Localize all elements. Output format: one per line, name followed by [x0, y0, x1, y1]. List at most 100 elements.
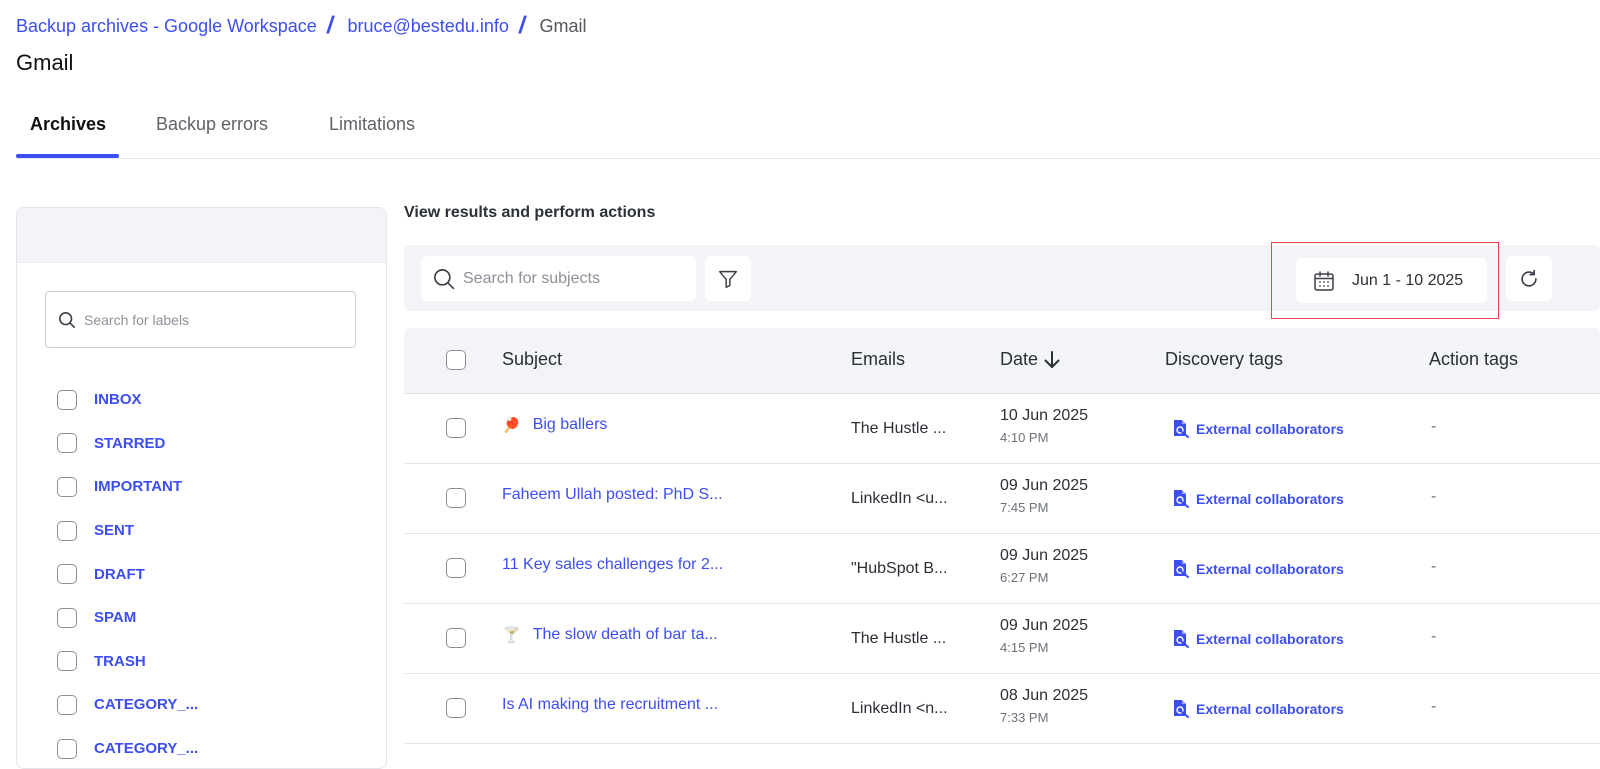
email-date: 09 Jun 2025 4:15 PM: [1000, 617, 1088, 655]
label-item[interactable]: DRAFT: [57, 552, 198, 596]
email-sender: The Hustle ...: [851, 420, 947, 437]
label-item[interactable]: IMPORTANT: [57, 465, 198, 509]
label-item[interactable]: STARRED: [57, 422, 198, 466]
table-header: Subject Emails Date Discovery tags Actio…: [404, 328, 1600, 394]
discovery-tag-icon: [1174, 630, 1189, 648]
breadcrumb-backup-archives[interactable]: Backup archives - Google Workspace: [16, 16, 317, 37]
discovery-tag[interactable]: External collaborators: [1172, 699, 1344, 718]
header-subject[interactable]: Subject: [502, 349, 562, 370]
action-tag: -: [1431, 558, 1437, 575]
results-toolbar: Jun 1 - 10 2025: [404, 242, 1600, 319]
email-subject: 11 Key sales challenges for 2...: [502, 556, 724, 573]
labels-panel-header: [17, 208, 386, 263]
action-tag: -: [1431, 628, 1437, 645]
discovery-tag-label: External collaborators: [1196, 630, 1344, 647]
label-name: SPAM: [94, 609, 137, 627]
label-checkbox[interactable]: [57, 694, 77, 715]
email-date: 09 Jun 2025 6:27 PM: [1000, 547, 1088, 585]
header-date[interactable]: Date: [1000, 349, 1061, 370]
discovery-tag[interactable]: External collaborators: [1172, 489, 1344, 508]
email-subject-link[interactable]: Faheem Ullah posted: PhD S...: [502, 486, 723, 504]
filter-button[interactable]: [705, 256, 751, 301]
discovery-tag-label: External collaborators: [1196, 490, 1344, 507]
discovery-tag[interactable]: External collaborators: [1172, 559, 1344, 578]
label-item[interactable]: INBOX: [57, 378, 198, 422]
action-tag: -: [1431, 418, 1437, 435]
email-subject: The slow death of bar ta...: [532, 626, 718, 643]
label-name: CATEGORY_...: [94, 740, 199, 758]
row-checkbox[interactable]: [446, 488, 466, 513]
email-sender: LinkedIn <u...: [851, 490, 948, 507]
label-item[interactable]: SPAM: [57, 596, 198, 640]
label-checkbox[interactable]: [57, 520, 77, 541]
label-checkbox[interactable]: [57, 564, 77, 585]
label-checkbox[interactable]: [57, 433, 77, 454]
email-subject-link[interactable]: Is AI making the recruitment ...: [502, 696, 718, 714]
row-checkbox[interactable]: [446, 698, 466, 723]
table-row[interactable]: 11 Key sales challenges for 2... "HubSpot…: [404, 534, 1600, 604]
table-row[interactable]: 🍸 The slow death of bar ta... The Hustle .…: [404, 604, 1600, 674]
email-date-time: 4:15 PM: [1000, 640, 1049, 655]
label-checkbox[interactable]: [57, 389, 77, 410]
label-checkbox[interactable]: [57, 607, 77, 628]
refresh-button[interactable]: [1506, 256, 1552, 301]
label-item[interactable]: SENT: [57, 509, 198, 553]
email-date: 08 Jun 2025 7:33 PM: [1000, 687, 1088, 725]
select-all-checkbox[interactable]: [446, 350, 466, 375]
subject-emoji: 🍸: [502, 627, 521, 644]
row-checkbox[interactable]: [446, 558, 466, 583]
label-item[interactable]: CATEGORY_...: [57, 683, 198, 727]
refresh-icon: [1521, 269, 1537, 287]
discovery-tag[interactable]: External collaborators: [1172, 419, 1344, 438]
header-discovery-tags[interactable]: Discovery tags: [1165, 349, 1283, 370]
email-date-time: 7:33 PM: [1000, 710, 1049, 725]
label-checkbox[interactable]: [57, 476, 77, 497]
discovery-tag-icon: [1174, 490, 1189, 508]
header-emails[interactable]: Emails: [851, 349, 905, 370]
discovery-tag[interactable]: External collaborators: [1172, 629, 1344, 648]
subject-search-input[interactable]: [461, 268, 685, 289]
date-range-button[interactable]: Jun 1 - 10 2025: [1296, 258, 1487, 303]
search-icon: [434, 268, 455, 289]
labels-panel: INBOX STARRED IMPORTANT SENT DRAFT SPAM TRASH C…: [16, 207, 387, 769]
results-title: View results and perform actions: [404, 204, 656, 221]
label-item[interactable]: TRASH: [57, 640, 198, 684]
subject-search-box[interactable]: [421, 256, 696, 301]
email-date-time: 4:10 PM: [1000, 430, 1049, 445]
email-subject-link[interactable]: 🏓 Big ballers: [502, 416, 607, 434]
label-name: SENT: [94, 522, 135, 540]
table-row[interactable]: Is AI making the recruitment ... LinkedIn…: [404, 674, 1600, 744]
breadcrumb-user[interactable]: bruce@bestedu.info: [347, 16, 508, 37]
email-sender: The Hustle ...: [851, 630, 947, 647]
email-subject-link[interactable]: 11 Key sales challenges for 2...: [502, 556, 723, 574]
row-checkbox[interactable]: [446, 418, 466, 443]
email-date-day: 09 Jun 2025: [1000, 547, 1089, 564]
label-name: INBOX: [94, 391, 142, 409]
breadcrumb: Backup archives - Google Workspace / bru…: [16, 12, 587, 40]
table-body: 🏓 Big ballers The Hustle ... 10 Jun 2025 4:1…: [404, 394, 1600, 744]
email-subject-link[interactable]: 🍸 The slow death of bar ta...: [502, 626, 718, 644]
email-date-day: 10 Jun 2025: [1000, 407, 1089, 424]
email-date: 09 Jun 2025 7:45 PM: [1000, 477, 1088, 515]
row-checkbox[interactable]: [446, 628, 466, 653]
email-subject: Big ballers: [532, 416, 608, 433]
label-checkbox[interactable]: [57, 738, 77, 759]
header-date-label: Date: [1000, 349, 1039, 369]
table-row[interactable]: 🏓 Big ballers The Hustle ... 10 Jun 2025 4:1…: [404, 394, 1600, 464]
label-search-box[interactable]: [45, 291, 356, 348]
tab-limitations[interactable]: Limitations: [329, 114, 415, 135]
discovery-tag-icon: [1174, 700, 1189, 718]
label-item[interactable]: CATEGORY_...: [57, 727, 199, 768]
tab-backup-errors[interactable]: Backup errors: [156, 114, 268, 135]
page-title: Gmail: [16, 50, 74, 75]
email-sender: "HubSpot B...: [851, 560, 948, 577]
table-row[interactable]: Faheem Ullah posted: PhD S... LinkedIn <u…: [404, 464, 1600, 534]
label-name: STARRED: [94, 434, 166, 452]
label-search-input[interactable]: [82, 310, 346, 329]
discovery-tag-label: External collaborators: [1196, 560, 1344, 577]
action-tag: -: [1431, 488, 1437, 505]
date-range-label: Jun 1 - 10 2025: [1352, 271, 1464, 289]
tab-archives[interactable]: Archives: [30, 114, 106, 135]
header-action-tags[interactable]: Action tags: [1429, 349, 1518, 370]
label-checkbox[interactable]: [57, 651, 77, 672]
